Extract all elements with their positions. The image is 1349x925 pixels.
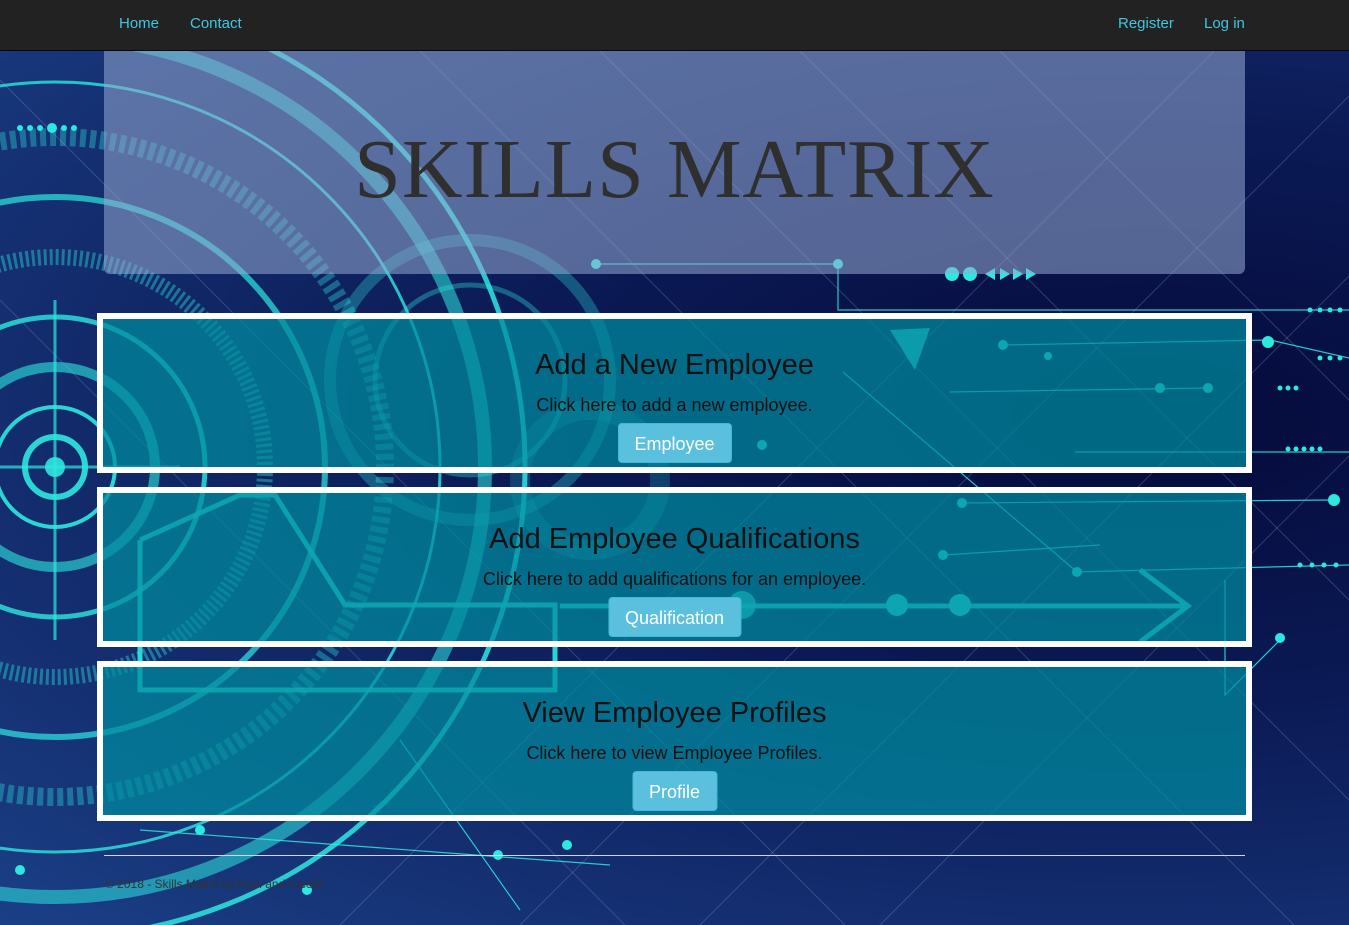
panel-description: Click here to view Employee Profiles. [526, 743, 823, 763]
nav-login-link[interactable]: Log in [1204, 15, 1245, 32]
employee-button[interactable]: Employee [617, 423, 732, 463]
footer-copyright: © 2018 - Skills Matrix by Kian and Cicel… [105, 877, 325, 891]
view-profiles-panel: View Employee Profiles Click here to vie… [97, 661, 1252, 821]
panel-description: Click here to add qualifications for an … [482, 569, 867, 589]
nav-contact-link[interactable]: Contact [190, 15, 242, 32]
hero-banner: SKILLS MATRIX [104, 51, 1245, 274]
add-qualifications-panel: Add Employee Qualifications Click here t… [97, 487, 1252, 647]
panel-heading: Add Employee Qualifications [489, 523, 860, 555]
panel-heading: View Employee Profiles [522, 697, 827, 729]
top-navbar: Home Contact Register Log in [0, 0, 1349, 51]
footer-divider [104, 855, 1245, 856]
panel-heading: Add a New Employee [535, 349, 814, 381]
panel-description: Click here to add a new employee. [536, 395, 813, 415]
qualification-button[interactable]: Qualification [607, 597, 742, 637]
add-employee-panel: Add a New Employee Click here to add a n… [97, 313, 1252, 473]
nav-home-link[interactable]: Home [119, 15, 159, 32]
page-title: SKILLS MATRIX [354, 123, 995, 216]
profile-button[interactable]: Profile [631, 771, 718, 811]
nav-register-link[interactable]: Register [1118, 15, 1174, 32]
